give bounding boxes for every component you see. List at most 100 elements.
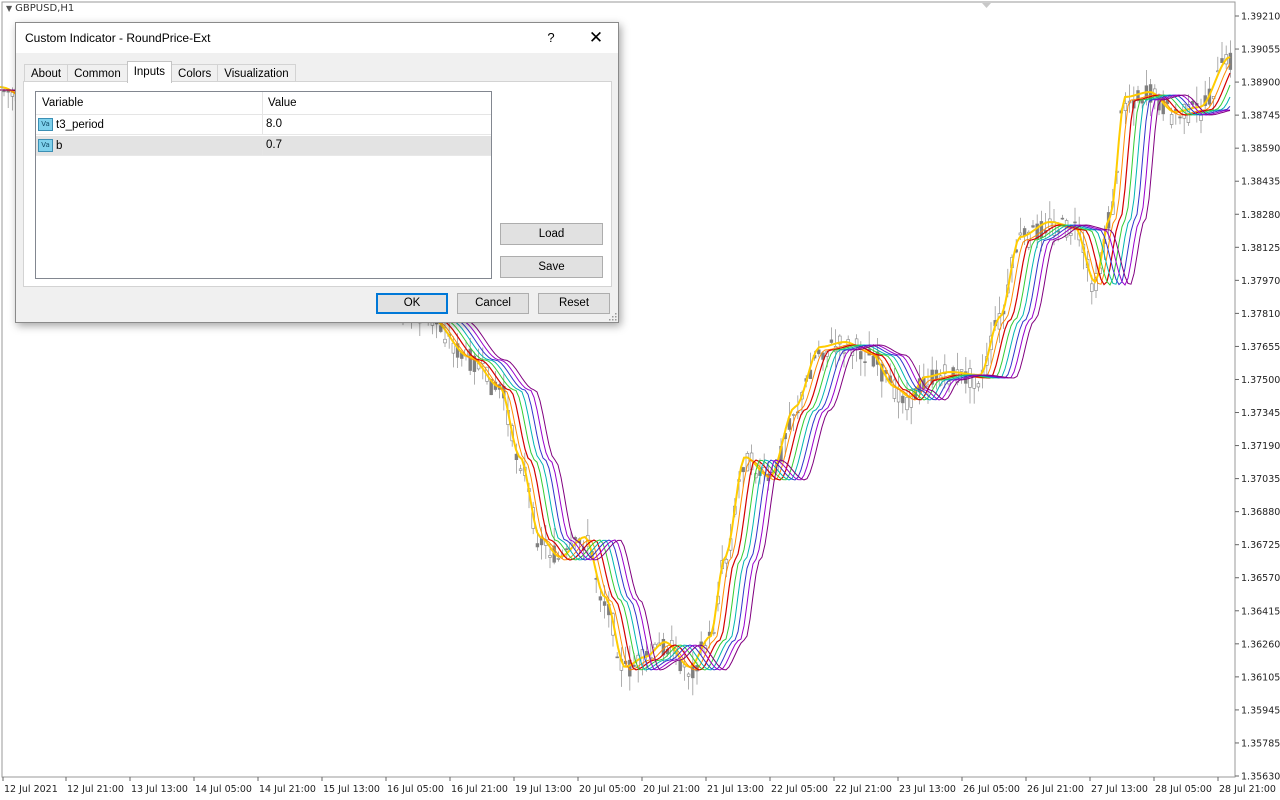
y-tick-label: 1.36105 xyxy=(1241,672,1280,683)
x-tick-label: 20 Jul 05:00 xyxy=(579,784,636,795)
y-tick-label: 1.38125 xyxy=(1241,243,1280,254)
y-tick-label: 1.36570 xyxy=(1241,573,1280,584)
y-tick-label: 1.39055 xyxy=(1241,45,1280,56)
x-tick-label: 23 Jul 13:00 xyxy=(899,784,956,795)
candle-body xyxy=(1031,225,1035,228)
dialog-title: Custom Indicator - RoundPrice-Ext xyxy=(25,31,211,45)
y-tick-label: 1.36415 xyxy=(1241,606,1280,617)
close-icon[interactable]: ✕ xyxy=(585,27,607,49)
inputs-panel: Variable Value Va t3_period 8.0 Va b 0.7… xyxy=(23,81,612,287)
save-button[interactable]: Save xyxy=(500,256,603,278)
resize-grip-icon[interactable] xyxy=(609,313,617,321)
variable-cell[interactable]: Va b xyxy=(36,136,263,155)
candle-body xyxy=(678,659,682,672)
candle-body xyxy=(741,467,745,473)
x-tick-label: 16 Jul 05:00 xyxy=(387,784,444,795)
candle-body xyxy=(1018,232,1023,236)
candle-body xyxy=(1123,103,1128,111)
candle-body xyxy=(1090,283,1094,292)
y-tick-label: 1.35630 xyxy=(1241,772,1280,783)
x-tick-label: 14 Jul 05:00 xyxy=(195,784,252,795)
candle-body xyxy=(1069,232,1073,236)
candle-body xyxy=(892,379,897,399)
variable-cell[interactable]: Va t3_period xyxy=(36,115,263,134)
candle-body xyxy=(901,395,905,404)
candle-body xyxy=(1060,217,1065,220)
candle-body xyxy=(443,338,447,344)
x-tick-label: 15 Jul 13:00 xyxy=(323,784,380,795)
y-tick-label: 1.37810 xyxy=(1241,309,1280,320)
candle-body xyxy=(686,673,691,677)
cancel-button[interactable]: Cancel xyxy=(457,293,529,314)
inputs-grid: Variable Value Va t3_period 8.0 Va b 0.7 xyxy=(35,91,492,279)
value-cell[interactable]: 8.0 xyxy=(263,115,491,134)
candle-body xyxy=(791,414,796,416)
tab-inputs[interactable]: Inputs xyxy=(126,61,173,83)
candle-body xyxy=(556,558,561,560)
candle-body xyxy=(859,351,863,360)
grid-header: Variable Value xyxy=(36,92,491,115)
help-icon[interactable]: ? xyxy=(540,27,562,49)
candle-body xyxy=(829,339,834,343)
candle-body xyxy=(947,381,951,385)
load-button[interactable]: Load xyxy=(500,223,603,245)
candle-body xyxy=(1178,116,1182,119)
symbol-label: GBPUSD,H1 xyxy=(15,3,75,14)
y-tick-label: 1.38745 xyxy=(1241,111,1280,122)
y-tick-label: 1.36880 xyxy=(1241,507,1280,518)
x-tick-label: 26 Jul 21:00 xyxy=(1027,784,1084,795)
x-tick-label: 22 Jul 05:00 xyxy=(771,784,828,795)
y-tick-label: 1.38590 xyxy=(1241,144,1280,155)
y-tick-label: 1.39210 xyxy=(1241,12,1280,23)
candle-body xyxy=(1073,221,1077,224)
candle-body xyxy=(535,543,540,548)
x-tick-label: 21 Jul 13:00 xyxy=(707,784,764,795)
y-tick-label: 1.38435 xyxy=(1241,177,1280,188)
y-tick-label: 1.38900 xyxy=(1241,78,1280,89)
candle-body xyxy=(548,555,552,558)
candle-body xyxy=(863,361,867,363)
x-tick-label: 22 Jul 21:00 xyxy=(835,784,892,795)
value-cell[interactable]: 0.7 xyxy=(263,136,491,155)
reset-button[interactable]: Reset xyxy=(538,293,610,314)
column-header-variable[interactable]: Variable xyxy=(36,92,263,114)
y-tick-label: 1.37190 xyxy=(1241,441,1280,452)
candle-body xyxy=(959,369,964,372)
y-tick-label: 1.36725 xyxy=(1241,540,1280,551)
x-tick-label: 28 Jul 05:00 xyxy=(1155,784,1212,795)
y-tick-label: 1.37655 xyxy=(1241,342,1280,353)
y-tick-label: 1.37500 xyxy=(1241,375,1280,386)
variable-name: t3_period xyxy=(56,118,104,131)
candle-body xyxy=(565,548,569,550)
table-row[interactable]: Va t3_period 8.0 xyxy=(36,115,491,135)
candle-body xyxy=(724,559,729,564)
shift-marker-icon[interactable] xyxy=(982,3,991,8)
y-tick-label: 1.35945 xyxy=(1241,705,1280,716)
y-tick-label: 1.37035 xyxy=(1241,474,1280,485)
candle-body xyxy=(1228,52,1233,70)
chart-menu-triangle-icon[interactable]: ▼ xyxy=(6,4,12,13)
candle-body xyxy=(1140,100,1144,104)
table-row[interactable]: Va b 0.7 xyxy=(36,136,491,156)
candle-body xyxy=(976,383,981,388)
y-tick-label: 1.37970 xyxy=(1241,276,1280,287)
dialog-titlebar[interactable]: Custom Indicator - RoundPrice-Ext ? ✕ xyxy=(16,23,618,53)
ok-button[interactable]: OK xyxy=(376,293,448,314)
x-tick-label: 16 Jul 21:00 xyxy=(451,784,508,795)
candle-body xyxy=(871,355,876,367)
x-tick-label: 13 Jul 13:00 xyxy=(131,784,188,795)
candle-body xyxy=(615,656,619,659)
x-tick-label: 20 Jul 21:00 xyxy=(643,784,700,795)
candle-body xyxy=(817,349,821,355)
x-tick-label: 14 Jul 21:00 xyxy=(259,784,316,795)
x-tick-label: 12 Jul 2021 xyxy=(4,784,58,795)
y-tick-label: 1.38280 xyxy=(1241,210,1280,221)
y-tick-label: 1.37345 xyxy=(1241,408,1280,419)
y-tick-label: 1.35785 xyxy=(1241,738,1280,749)
y-tick-label: 1.36260 xyxy=(1241,639,1280,650)
x-tick-label: 19 Jul 13:00 xyxy=(515,784,572,795)
x-tick-label: 28 Jul 21:00 xyxy=(1219,784,1276,795)
candle-body xyxy=(1022,228,1027,236)
x-tick-label: 26 Jul 05:00 xyxy=(963,784,1020,795)
column-header-value[interactable]: Value xyxy=(263,92,491,114)
